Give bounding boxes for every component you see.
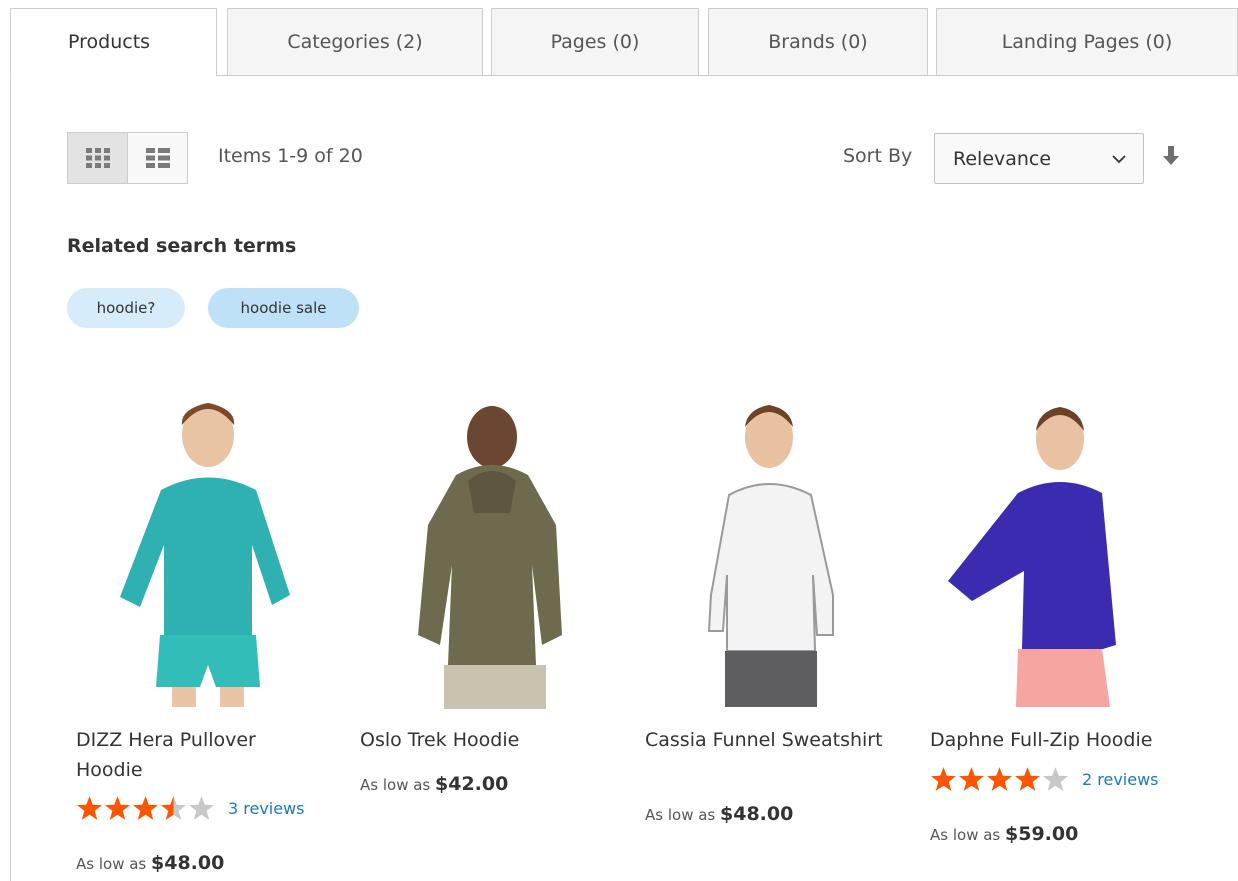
product-name[interactable]: Oslo Trek Hoodie [360, 725, 610, 755]
product-image[interactable] [645, 395, 915, 709]
price-prefix: As low as [76, 855, 147, 873]
product-image[interactable] [360, 395, 630, 709]
star-empty-icon [1043, 767, 1068, 791]
star-empty-icon [189, 796, 214, 820]
sort-by-select[interactable]: Relevance [934, 133, 1144, 184]
product-price: As low as $48.00 [76, 852, 224, 874]
product-rating: 2 reviews [930, 766, 1159, 792]
product-name[interactable]: DIZZ Hera Pullover Hoodie [76, 725, 326, 785]
grid-view-button[interactable] [67, 132, 128, 184]
star-half-icon [161, 796, 186, 820]
reviews-link[interactable]: 3 reviews [228, 799, 305, 818]
product-name[interactable]: Daphne Full-Zip Hoodie [930, 725, 1180, 755]
content-border [10, 76, 11, 881]
product-price: As low as $48.00 [645, 803, 793, 825]
star-filled-icon [1015, 767, 1040, 791]
related-term-chip[interactable]: hoodie sale [208, 288, 359, 328]
search-result-tabs: Products Categories (2) Pages (0) Brands… [10, 8, 1238, 76]
product-name[interactable]: Cassia Funnel Sweatshirt [645, 725, 895, 755]
list-view-button[interactable] [127, 132, 188, 184]
tab-products[interactable]: Products [10, 8, 217, 76]
tab-pages[interactable]: Pages (0) [491, 8, 699, 76]
price-amount: $42.00 [435, 773, 509, 795]
sort-direction-button[interactable] [1162, 145, 1180, 171]
sort-by-value: Relevance [953, 147, 1052, 170]
price-amount: $59.00 [1005, 823, 1079, 845]
view-mode-switcher [67, 132, 188, 184]
rating-stars [76, 795, 216, 821]
chevron-down-icon [1111, 150, 1127, 172]
tab-landing-pages[interactable]: Landing Pages (0) [936, 8, 1238, 76]
product-price: As low as $42.00 [360, 773, 508, 795]
tab-label: Landing Pages (0) [1001, 31, 1173, 53]
tab-categories[interactable]: Categories (2) [227, 8, 483, 76]
rating-stars [930, 766, 1070, 792]
price-prefix: As low as [645, 806, 716, 824]
price-prefix: As low as [360, 776, 431, 794]
tab-label: Pages (0) [550, 31, 640, 53]
arrow-down-icon [1162, 146, 1180, 171]
grid-view-icon [85, 148, 110, 168]
price-amount: $48.00 [151, 852, 225, 874]
star-filled-icon [959, 767, 984, 791]
tabs-divider [216, 75, 1238, 76]
star-filled-icon [931, 767, 956, 791]
related-search-title: Related search terms [67, 235, 297, 257]
product-rating: 3 reviews [76, 795, 305, 821]
price-prefix: As low as [930, 826, 1001, 844]
sort-by-label: Sort By [843, 145, 913, 167]
product-price: As low as $59.00 [930, 823, 1078, 845]
items-count: Items 1-9 of 20 [218, 145, 363, 167]
star-filled-icon [133, 796, 158, 820]
tab-label: Categories (2) [287, 31, 423, 53]
star-filled-icon [987, 767, 1012, 791]
related-term-chip[interactable]: hoodie? [67, 288, 185, 328]
price-amount: $48.00 [720, 803, 794, 825]
reviews-link[interactable]: 2 reviews [1082, 770, 1159, 789]
tab-label: Products [68, 31, 151, 53]
product-image[interactable] [930, 395, 1200, 709]
star-filled-icon [105, 796, 130, 820]
list-view-icon [145, 148, 170, 168]
tab-label: Brands (0) [768, 31, 868, 53]
product-image[interactable] [76, 395, 346, 709]
tab-brands[interactable]: Brands (0) [708, 8, 928, 76]
star-filled-icon [77, 796, 102, 820]
